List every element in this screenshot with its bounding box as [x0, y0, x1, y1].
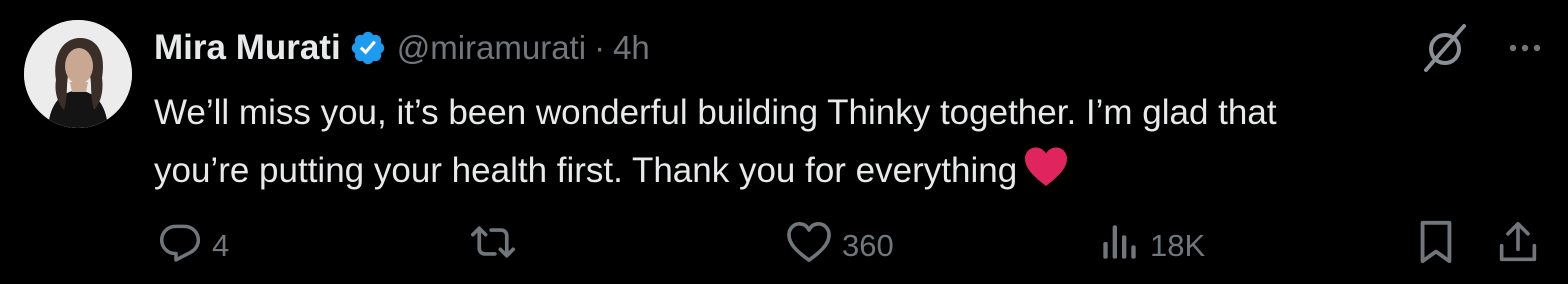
timestamp[interactable]: 4h [613, 29, 650, 67]
tweet-action-bar: 4 360 18K [154, 220, 1540, 272]
reply-icon [158, 220, 202, 272]
share-button[interactable] [1498, 220, 1538, 272]
tweet-text: We’ll miss you, it’s been wonderful buil… [154, 84, 1534, 200]
retweet-icon [468, 220, 518, 272]
views-icon [1100, 222, 1140, 270]
reply-button[interactable]: 4 [158, 220, 229, 272]
tweet-top-actions [1418, 20, 1542, 76]
grok-icon[interactable] [1418, 20, 1474, 76]
bookmark-icon [1418, 219, 1454, 273]
tweet-card: Mira Murati @miramurati · 4h We’ll miss … [0, 0, 1568, 284]
like-count: 360 [842, 228, 894, 263]
like-button[interactable]: 360 [786, 220, 894, 272]
avatar-photo [24, 20, 132, 128]
share-icon [1498, 220, 1538, 272]
heart-icon [786, 221, 832, 271]
author-name[interactable]: Mira Murati [154, 28, 341, 68]
bookmark-button[interactable] [1418, 220, 1454, 272]
author-handle[interactable]: @miramurati [397, 29, 586, 67]
tweet-text-line-2-content: you’re putting your health first. Thank … [154, 151, 1018, 190]
retweet-button[interactable] [468, 220, 528, 272]
verified-badge-icon[interactable] [349, 29, 387, 67]
views-button[interactable]: 18K [1100, 220, 1205, 272]
reply-count: 4 [212, 228, 230, 263]
separator-dot: · [594, 29, 606, 66]
avatar[interactable] [24, 20, 132, 128]
tweet-text-line-2: you’re putting your health first. Thank … [154, 142, 1534, 200]
tweet-header: Mira Murati @miramurati · 4h [154, 24, 650, 72]
views-count: 18K [1150, 228, 1206, 263]
more-icon[interactable] [1508, 42, 1542, 54]
red-heart-emoji-icon [1023, 146, 1069, 188]
tweet-text-line-1: We’ll miss you, it’s been wonderful buil… [154, 93, 1277, 132]
